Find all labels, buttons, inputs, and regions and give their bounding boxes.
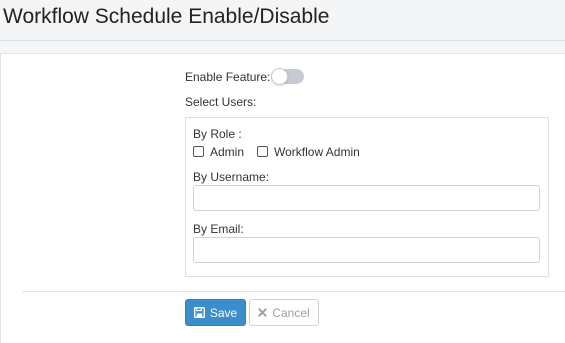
page-title: Workflow Schedule Enable/Disable (3, 5, 330, 28)
email-input[interactable] (193, 237, 540, 263)
cancel-button[interactable]: Cancel (249, 299, 319, 326)
role-workflow-admin-label: Workflow Admin (274, 145, 360, 159)
select-users-label: Select Users: (185, 95, 257, 109)
page-header: Workflow Schedule Enable/Disable (0, 0, 565, 41)
save-button[interactable]: Save (185, 299, 246, 326)
save-button-label: Save (209, 305, 238, 320)
toggle-knob (271, 68, 288, 85)
floppy-disk-icon (193, 307, 205, 318)
role-admin-label: Admin (210, 145, 245, 159)
enable-feature-label: Enable Feature: (185, 70, 271, 84)
enable-feature-toggle[interactable] (271, 68, 304, 85)
by-email-label: By Email: (193, 222, 244, 236)
username-input[interactable] (193, 185, 540, 211)
by-username-label: By Username: (193, 170, 270, 184)
x-icon (258, 308, 267, 317)
form-divider (22, 291, 565, 292)
role-admin-checkbox[interactable] (193, 146, 204, 157)
cancel-button-label: Cancel (272, 305, 310, 320)
by-role-label: By Role : (193, 127, 242, 141)
role-workflow-admin-checkbox[interactable] (257, 146, 268, 157)
